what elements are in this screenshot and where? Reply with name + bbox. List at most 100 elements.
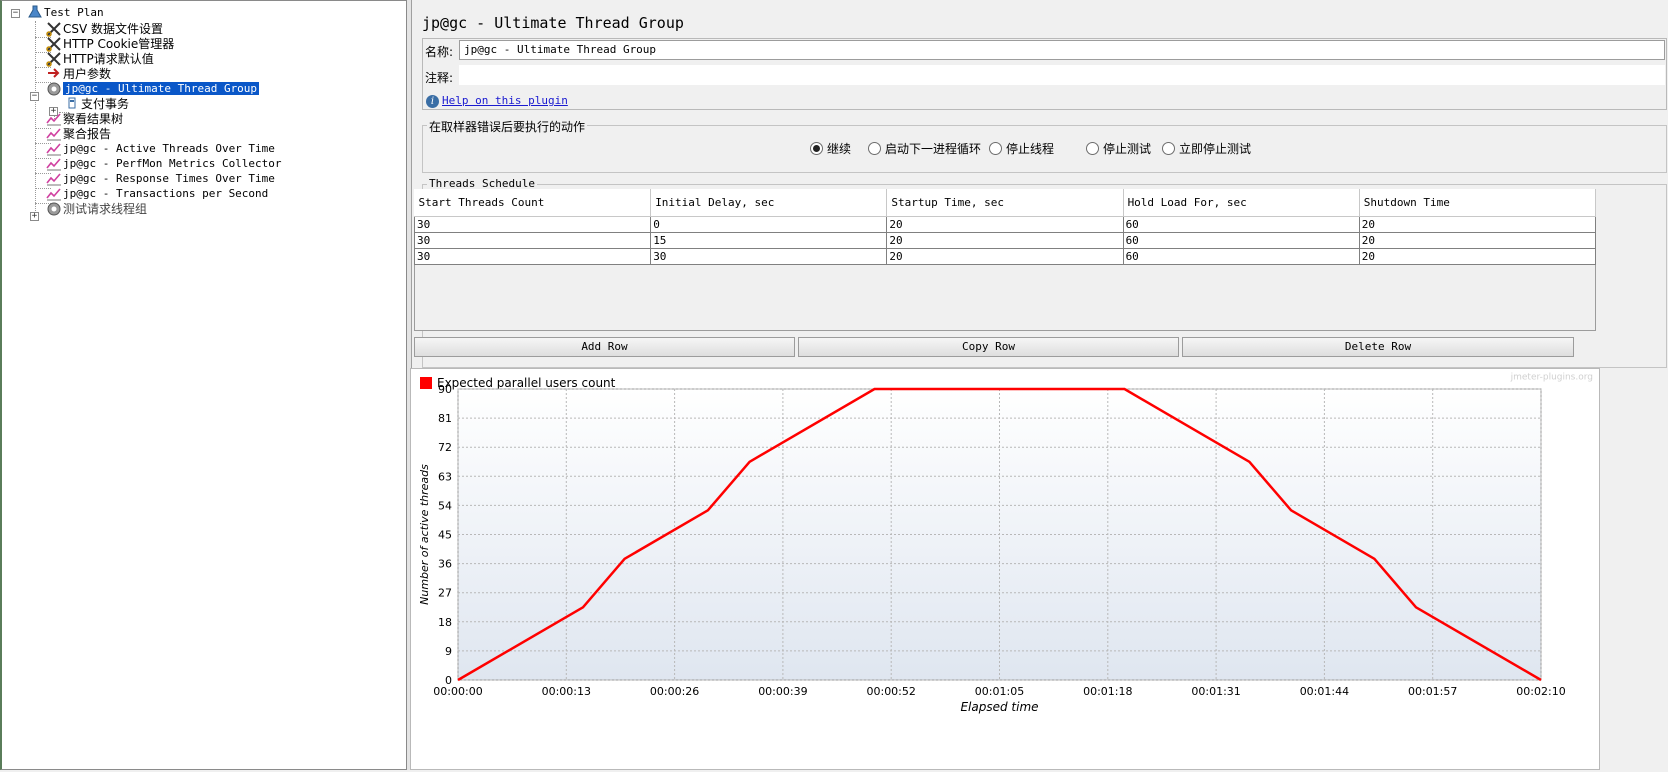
column-header[interactable]: Shutdown Time (1359, 189, 1597, 217)
x-axis-label: Elapsed time (960, 700, 1038, 714)
add-row-button[interactable]: Add Row (414, 337, 795, 357)
tree-item-transactions-per-second[interactable]: jp@gc - Transactions per Second (45, 186, 268, 202)
radio-icon (1162, 142, 1175, 155)
x-tick-label: 00:00:26 (650, 685, 699, 698)
expected-users-chart: jmeter-plugins.org Expected parallel use… (410, 368, 1600, 770)
schedule-table[interactable]: Start Threads Count Initial Delay, sec S… (413, 189, 1597, 265)
tree-item-label: 用户参数 (63, 67, 112, 81)
tree-item-cookie-manager[interactable]: HTTP Cookie管理器 (45, 36, 174, 52)
table-header-row: Start Threads Count Initial Delay, sec S… (414, 189, 1597, 217)
table-cell[interactable]: 30 (413, 248, 652, 265)
x-tick-label: 00:00:52 (866, 685, 915, 698)
page-title: jp@gc - Ultimate Thread Group (422, 14, 684, 32)
listener-graph-icon (45, 126, 63, 142)
tree-item-test-plan[interactable]: Test Plan (26, 5, 104, 21)
table-row[interactable]: 30 15 20 60 20 (413, 232, 1597, 249)
legend-swatch (420, 377, 432, 389)
name-field[interactable]: jp@gc - Ultimate Thread Group (459, 40, 1665, 60)
tree-item-label: 支付事务 (81, 97, 130, 111)
radio-stop-test[interactable]: 停止测试 (1086, 140, 1151, 157)
x-tick-label: 00:02:10 (1516, 685, 1565, 698)
tree-item-label: 聚合报告 (63, 127, 112, 141)
y-tick-label: 45 (438, 529, 452, 542)
comment-field[interactable] (459, 65, 1665, 85)
copy-row-button[interactable]: Copy Row (798, 337, 1179, 357)
tree-item-active-threads[interactable]: jp@gc - Active Threads Over Time (45, 141, 275, 157)
radio-label: 启动下一进程循环 (885, 142, 982, 156)
table-cell[interactable]: 30 (413, 232, 652, 249)
transaction-controller-icon (63, 96, 81, 112)
column-header[interactable]: Hold Load For, sec (1123, 189, 1360, 217)
y-tick-label: 63 (438, 470, 452, 483)
table-cell[interactable]: 30 (650, 248, 888, 265)
radio-stop-test-now[interactable]: 立即停止测试 (1162, 140, 1251, 157)
test-plan-icon (26, 5, 44, 21)
tree-item-label: jp@gc - PerfMon Metrics Collector (63, 157, 282, 170)
info-icon: i (426, 95, 439, 108)
table-cell[interactable]: 60 (1122, 232, 1360, 249)
thread-group-gear-icon (45, 81, 63, 97)
y-tick-label: 9 (445, 645, 452, 658)
delete-row-button[interactable]: Delete Row (1182, 337, 1574, 357)
test-plan-tree[interactable]: − − + + Test Plan CSV 数据文件设置 HTTP Cookie… (0, 0, 407, 770)
tree-item-label: 察看结果树 (63, 112, 124, 126)
tree-item-test-request-thread-group[interactable]: 测试请求线程组 (45, 201, 147, 217)
listener-graph-icon (45, 141, 63, 157)
radio-continue[interactable]: 继续 (810, 140, 851, 157)
tree-item-csv-data-set[interactable]: CSV 数据文件设置 (45, 21, 163, 37)
tree-item-user-parameters[interactable]: 用户参数 (45, 66, 111, 82)
radio-start-next-loop[interactable]: 启动下一进程循环 (868, 140, 981, 157)
radio-icon (868, 142, 881, 155)
config-scissors-icon (45, 51, 63, 67)
tree-item-view-results-tree[interactable]: 察看结果树 (45, 111, 123, 127)
expand-test-thread-group-toggle[interactable]: + (30, 212, 39, 221)
tree-item-response-times[interactable]: jp@gc - Response Times Over Time (45, 171, 275, 187)
radio-stop-thread[interactable]: 停止线程 (989, 140, 1054, 157)
column-header[interactable]: Initial Delay, sec (650, 189, 888, 217)
listener-graph-icon (45, 171, 63, 187)
name-label: 名称: (425, 45, 454, 59)
radio-icon (989, 142, 1002, 155)
tree-item-payment-transaction[interactable]: 支付事务 (63, 96, 129, 112)
tree-item-label: jp@gc - Response Times Over Time (63, 172, 275, 185)
table-cell[interactable]: 15 (650, 232, 888, 249)
table-cell[interactable]: 30 (413, 216, 652, 233)
table-cell[interactable]: 20 (1358, 248, 1597, 265)
y-tick-label: 72 (438, 441, 452, 454)
tree-item-http-defaults[interactable]: HTTP请求默认值 (45, 51, 154, 67)
table-cell[interactable]: 20 (886, 232, 1124, 249)
radio-label: 停止测试 (1103, 142, 1152, 156)
radio-label: 继续 (827, 142, 852, 156)
listener-graph-icon (45, 111, 63, 127)
tree-item-ultimate-thread-group[interactable]: jp@gc - Ultimate Thread Group (45, 81, 261, 97)
help-link[interactable]: i Help on this plugin (426, 94, 568, 108)
config-scissors-icon (45, 36, 63, 52)
thread-group-gear-icon (45, 201, 63, 217)
radio-selected-icon (810, 142, 823, 155)
x-tick-label: 00:00:00 (433, 685, 482, 698)
y-tick-label: 90 (438, 383, 452, 396)
collapse-thread-group-toggle[interactable]: − (30, 92, 39, 101)
table-cell[interactable]: 60 (1122, 248, 1360, 265)
preprocessor-icon (45, 66, 63, 82)
tree-item-perfmon[interactable]: jp@gc - PerfMon Metrics Collector (45, 156, 282, 172)
tree-item-label: CSV 数据文件设置 (63, 22, 164, 36)
table-cell[interactable]: 20 (1358, 216, 1597, 233)
table-cell[interactable]: 20 (886, 248, 1124, 265)
table-cell[interactable]: 20 (886, 216, 1124, 233)
collapse-test-plan-toggle[interactable]: − (11, 9, 20, 18)
error-action-title: 在取样器错误后要执行的动作 (427, 118, 588, 135)
tree-item-label: Test Plan (44, 6, 104, 19)
column-header[interactable]: Start Threads Count (414, 189, 652, 217)
chart-svg: jmeter-plugins.org Expected parallel use… (418, 373, 1593, 714)
table-cell[interactable]: 20 (1358, 232, 1597, 249)
table-row[interactable]: 30 0 20 60 20 (413, 216, 1597, 233)
tree-item-aggregate-report[interactable]: 聚合报告 (45, 126, 111, 142)
x-tick-label: 00:01:44 (1300, 685, 1349, 698)
y-tick-label: 27 (438, 587, 452, 600)
table-cell[interactable]: 0 (650, 216, 888, 233)
table-row[interactable]: 30 30 20 60 20 (413, 248, 1597, 265)
tree-item-label: HTTP请求默认值 (63, 52, 154, 66)
table-cell[interactable]: 60 (1122, 216, 1360, 233)
column-header[interactable]: Startup Time, sec (886, 189, 1124, 217)
